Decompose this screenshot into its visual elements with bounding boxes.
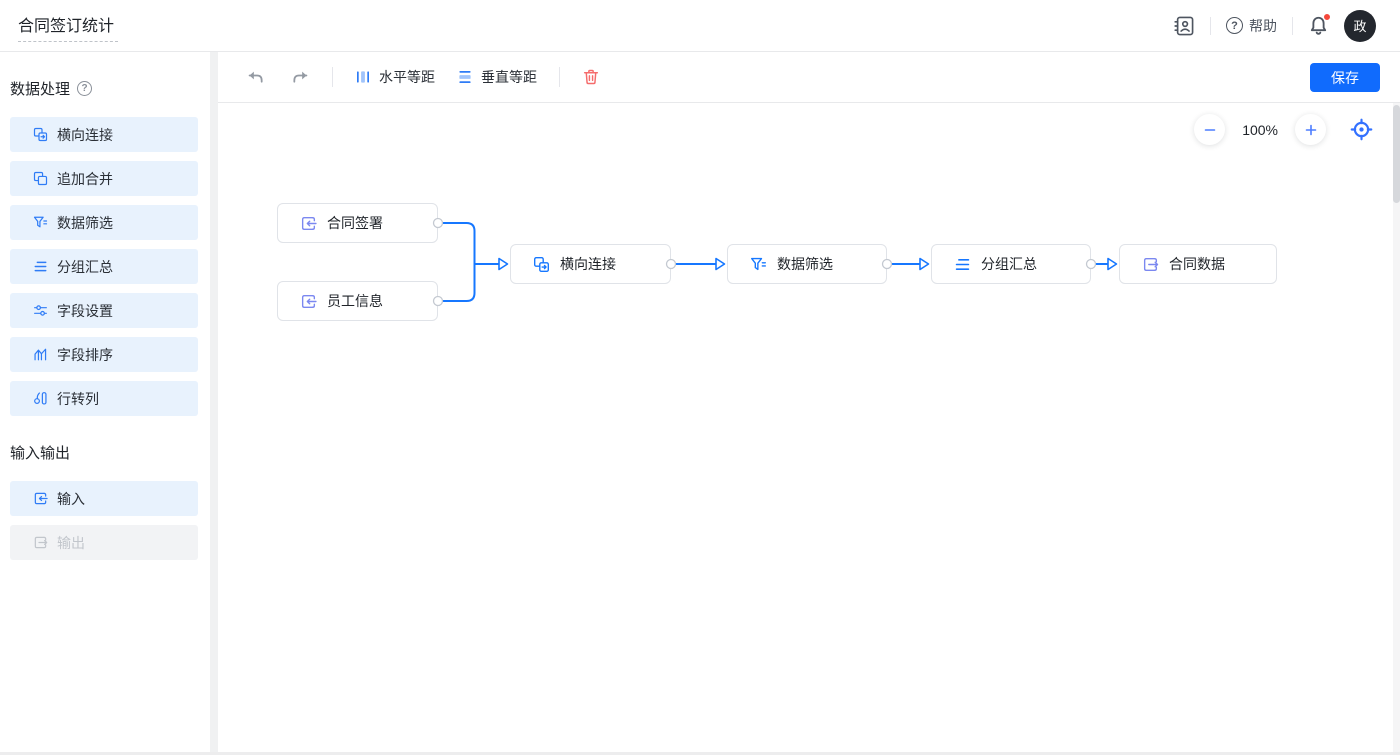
sidebar-item-input[interactable]: 输入 bbox=[10, 481, 198, 516]
flow-node-input-employee[interactable]: 员工信息 bbox=[277, 281, 438, 321]
minus-icon bbox=[1204, 128, 1215, 131]
help-button[interactable]: ? 帮助 bbox=[1226, 16, 1277, 36]
sidebar-item-append-merge[interactable]: 追加合并 bbox=[10, 161, 198, 196]
trash-icon bbox=[583, 69, 599, 85]
redo-icon bbox=[293, 71, 308, 83]
contacts-icon[interactable] bbox=[1173, 15, 1195, 37]
join-icon bbox=[533, 256, 550, 273]
filter-icon bbox=[750, 256, 767, 273]
app-header: 合同签订统计 ? 帮助 政 bbox=[0, 0, 1400, 52]
sidebar-section-input-output: 输入输出 bbox=[10, 442, 210, 463]
field-sort-icon bbox=[33, 347, 48, 362]
zoom-controls: 100% bbox=[1194, 114, 1373, 145]
header-divider bbox=[1210, 16, 1211, 35]
section-title: 数据处理 bbox=[10, 81, 71, 98]
output-icon bbox=[1142, 256, 1159, 273]
append-merge-icon bbox=[33, 171, 48, 186]
node-label: 员工信息 bbox=[327, 293, 383, 309]
flow-node-filter[interactable]: 数据筛选 bbox=[727, 244, 887, 284]
help-label: 帮助 bbox=[1249, 17, 1277, 34]
group-summary-icon bbox=[33, 259, 48, 274]
undo-icon bbox=[248, 71, 263, 83]
section-help-icon[interactable]: ? bbox=[77, 81, 93, 96]
sidebar-divider bbox=[210, 52, 218, 755]
sidebar-item-label: 输入 bbox=[57, 490, 85, 507]
header-divider bbox=[1292, 16, 1293, 35]
sidebar-item-label: 字段设置 bbox=[57, 302, 113, 319]
join-icon bbox=[33, 127, 48, 142]
zoom-in-button[interactable] bbox=[1295, 114, 1326, 145]
sidebar-item-label: 行转列 bbox=[57, 390, 99, 407]
horizontal-spacing-button[interactable]: 水平等距 bbox=[355, 67, 435, 87]
sidebar: 数据处理 ? 横向连接 追加合并 数据筛选 分组汇总 字段设置 字段排序 行转列… bbox=[0, 52, 210, 752]
row-to-column-icon bbox=[33, 391, 48, 406]
header-actions: ? 帮助 政 bbox=[1173, 9, 1376, 42]
redo-button[interactable] bbox=[291, 68, 310, 87]
sidebar-item-join[interactable]: 横向连接 bbox=[10, 117, 198, 152]
edge-arrowhead bbox=[919, 257, 930, 271]
horizontal-spacing-icon bbox=[355, 69, 371, 85]
sidebar-item-output: 输出 bbox=[10, 525, 198, 560]
node-label: 横向连接 bbox=[560, 256, 616, 272]
node-label: 合同数据 bbox=[1169, 256, 1225, 272]
field-settings-icon bbox=[33, 303, 48, 318]
sidebar-item-filter[interactable]: 数据筛选 bbox=[10, 205, 198, 240]
edge-employee-to-join bbox=[437, 263, 476, 302]
sidebar-item-row-to-column[interactable]: 行转列 bbox=[10, 381, 198, 416]
vertical-spacing-button[interactable]: 垂直等距 bbox=[457, 67, 537, 87]
help-icon: ? bbox=[1226, 17, 1243, 34]
notifications-button[interactable] bbox=[1308, 13, 1331, 36]
avatar[interactable]: 政 bbox=[1344, 9, 1376, 42]
undo-button[interactable] bbox=[246, 68, 265, 87]
canvas-toolbar: 水平等距 垂直等距 保存 bbox=[218, 52, 1400, 103]
input-icon bbox=[300, 215, 317, 232]
group-summary-icon bbox=[954, 256, 971, 273]
zoom-level: 100% bbox=[1242, 121, 1278, 138]
plus-icon bbox=[1305, 124, 1316, 135]
sidebar-item-label: 输出 bbox=[57, 534, 85, 551]
sidebar-item-label: 分组汇总 bbox=[57, 258, 113, 275]
node-label: 分组汇总 bbox=[981, 256, 1037, 272]
section-title: 输入输出 bbox=[10, 445, 71, 462]
edge-layer bbox=[432, 217, 1118, 307]
flow-node-group-summary[interactable]: 分组汇总 bbox=[931, 244, 1091, 284]
sidebar-section-data-processing: 数据处理 ? bbox=[10, 78, 210, 99]
sidebar-item-group-summary[interactable]: 分组汇总 bbox=[10, 249, 198, 284]
vertical-spacing-label: 垂直等距 bbox=[481, 69, 537, 85]
filter-icon bbox=[33, 215, 48, 230]
edge-arrowhead bbox=[1107, 257, 1118, 271]
toolbar-divider bbox=[559, 67, 560, 87]
sidebar-item-field-settings[interactable]: 字段设置 bbox=[10, 293, 198, 328]
node-label: 数据筛选 bbox=[777, 256, 833, 272]
save-button[interactable]: 保存 bbox=[1310, 63, 1380, 92]
delete-button[interactable] bbox=[582, 68, 600, 86]
fit-view-button[interactable] bbox=[1350, 118, 1373, 141]
sidebar-item-label: 字段排序 bbox=[57, 346, 113, 363]
flow-node-input-contract[interactable]: 合同签署 bbox=[277, 203, 438, 243]
horizontal-spacing-label: 水平等距 bbox=[379, 69, 435, 85]
output-icon bbox=[33, 535, 48, 550]
edge-arrowhead bbox=[715, 257, 726, 271]
toolbar-divider bbox=[332, 67, 333, 87]
flow-node-join[interactable]: 横向连接 bbox=[510, 244, 671, 284]
sidebar-item-label: 追加合并 bbox=[57, 170, 113, 187]
target-icon bbox=[1350, 118, 1373, 141]
input-icon bbox=[300, 293, 317, 310]
flow-node-output-contract-data[interactable]: 合同数据 bbox=[1119, 244, 1277, 284]
vertical-spacing-icon bbox=[457, 69, 473, 85]
edge-contract-to-join bbox=[437, 222, 476, 265]
sidebar-item-label: 数据筛选 bbox=[57, 214, 113, 231]
sidebar-item-field-sort[interactable]: 字段排序 bbox=[10, 337, 198, 372]
node-label: 合同签署 bbox=[327, 215, 383, 231]
input-icon bbox=[33, 491, 48, 506]
sidebar-item-label: 横向连接 bbox=[57, 126, 113, 143]
notification-badge bbox=[1323, 13, 1331, 21]
page-title[interactable]: 合同签订统计 bbox=[18, 10, 119, 42]
main-area: 水平等距 垂直等距 保存 100% 合同签署 员工信息 横向连接 数据筛选 分组… bbox=[218, 52, 1400, 755]
flow-canvas[interactable]: 100% 合同签署 员工信息 横向连接 数据筛选 分组汇总 合同数据 bbox=[218, 103, 1400, 755]
vertical-scrollbar-thumb[interactable] bbox=[1393, 105, 1400, 203]
edge-arrowhead bbox=[498, 257, 509, 271]
zoom-out-button[interactable] bbox=[1194, 114, 1226, 145]
